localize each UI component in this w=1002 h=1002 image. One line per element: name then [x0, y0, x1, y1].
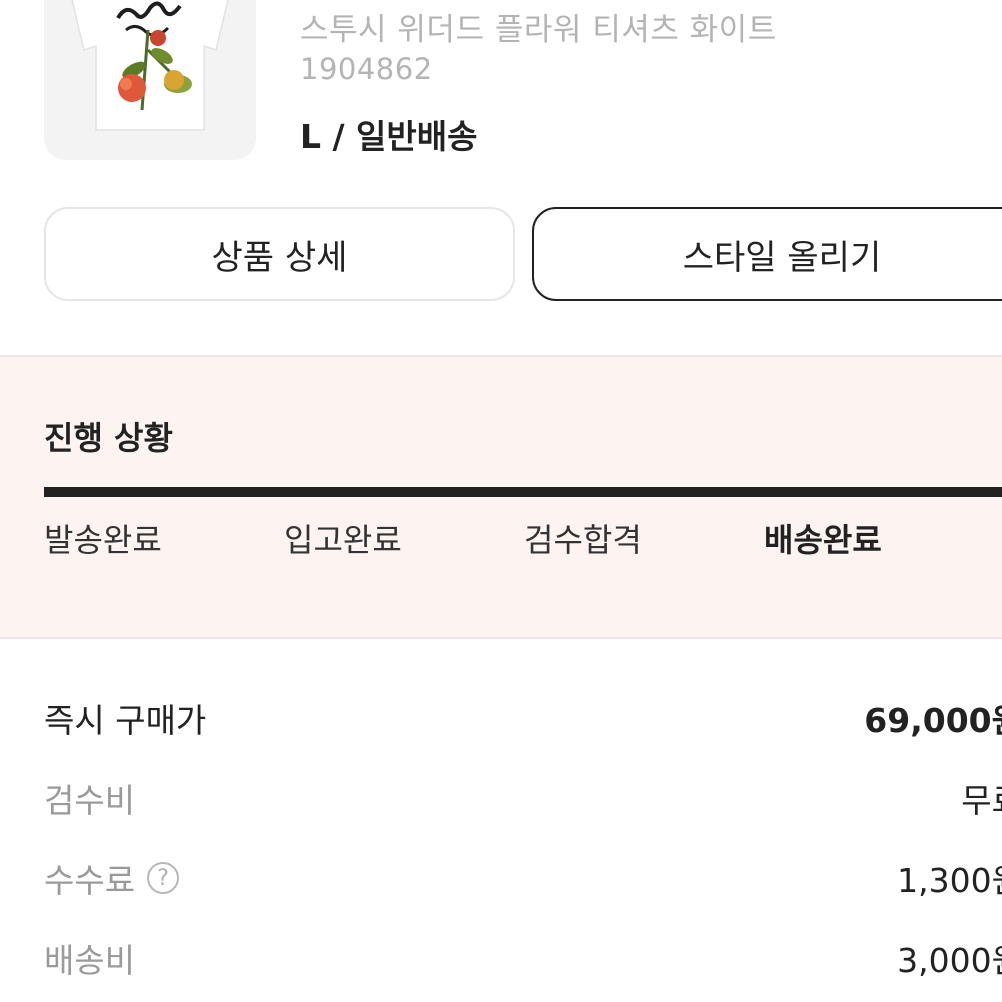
shipping-label: 배송비: [44, 941, 136, 980]
progress-section: 진행 상황 발송완료 입고완료 검수합격 배송완료: [0, 355, 1002, 639]
tshirt-flower-graphic-icon: [71, 0, 229, 131]
post-style-button-label: 스타일 올리기: [682, 237, 882, 278]
price-row-inspection: 검수비 무료: [44, 774, 1002, 820]
post-style-button[interactable]: 스타일 올리기: [532, 207, 1002, 301]
progress-bar: [44, 487, 1002, 497]
progress-step-received: 입고완료: [284, 521, 402, 559]
help-icon[interactable]: ?: [147, 862, 180, 894]
product-detail-button-label: 상품 상세: [211, 237, 348, 278]
progress-title: 진행 상황: [44, 419, 173, 457]
buy-now-label: 즉시 구매가: [44, 701, 207, 740]
price-row-shipping: 배송비 3,000원: [44, 934, 1002, 980]
shipping-value: 3,000원: [897, 941, 1002, 980]
product-detail-button[interactable]: 상품 상세: [44, 207, 515, 301]
fee-label: 수수료: [44, 861, 136, 900]
price-row-fee: 수수료 ? 1,300원: [44, 854, 1002, 900]
progress-step-shipped: 발송완료: [44, 521, 162, 559]
order-detail-page: 스투시 위더드 플라워 티셔츠 화이트 1904862 L / 일반배송 상품 …: [0, 0, 1002, 1002]
inspection-value: 무료: [961, 781, 1002, 820]
product-name: 스투시 위더드 플라워 티셔츠 화이트: [300, 12, 777, 48]
fee-label-group: 수수료 ?: [44, 854, 180, 902]
progress-step-inspected: 검수합격: [524, 521, 642, 559]
inspection-label: 검수비: [44, 781, 136, 820]
product-image[interactable]: [44, 0, 256, 160]
price-row-buy-now: 즉시 구매가 69,000원: [44, 694, 1002, 740]
progress-step-delivered: 배송완료: [764, 521, 882, 559]
product-code: 1904862: [300, 52, 433, 86]
fee-value: 1,300원: [897, 861, 1002, 900]
buy-now-value: 69,000원: [864, 701, 1002, 740]
product-option: L / 일반배송: [300, 117, 478, 156]
